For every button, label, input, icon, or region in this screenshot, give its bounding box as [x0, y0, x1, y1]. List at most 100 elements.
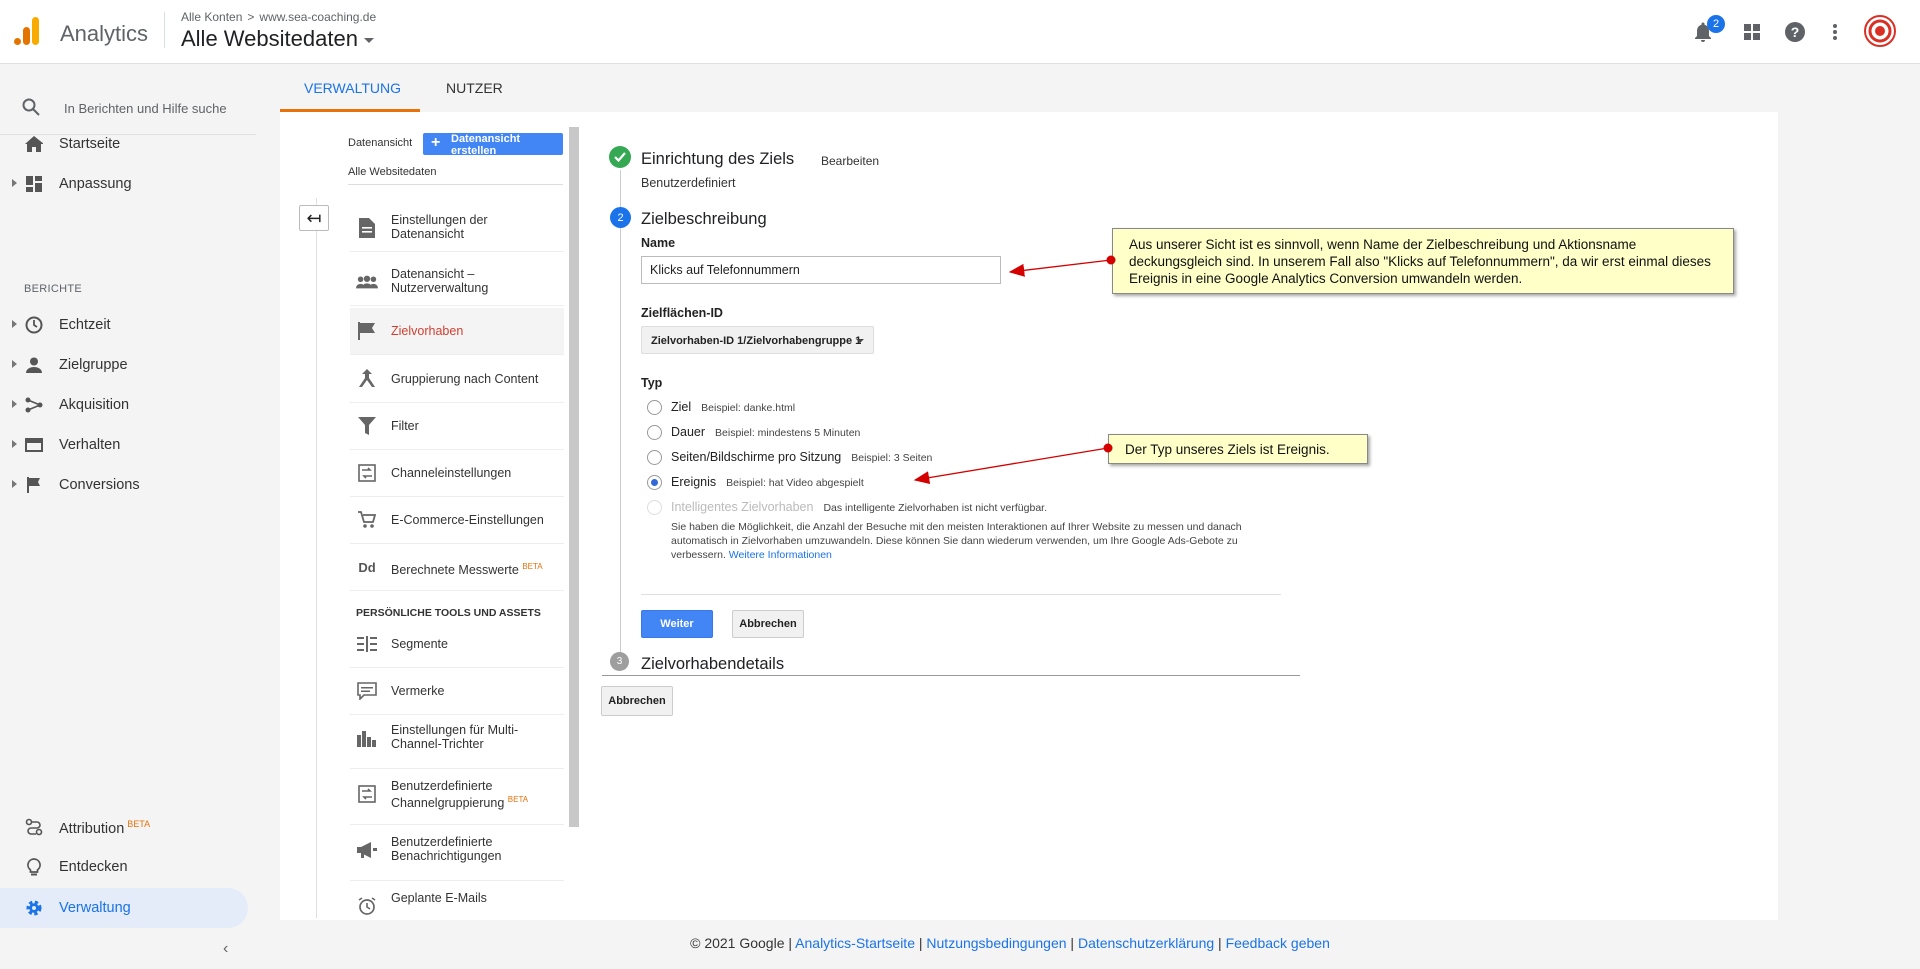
view-menu-label: Channeleinstellungen [391, 466, 512, 480]
search-icon [22, 98, 40, 121]
view-menu-einstellungen[interactable]: Einstellungen der Datenansicht [350, 205, 564, 252]
name-label: Name [641, 236, 676, 250]
property-name: Alle Websitedaten [181, 26, 358, 51]
flag-icon [24, 476, 44, 494]
sidebar-item-label: Verhalten [59, 437, 121, 453]
sidebar-item-verhalten[interactable]: Verhalten [0, 425, 256, 465]
view-selector[interactable]: Alle Websitedaten [348, 166, 436, 178]
view-menu-ecommerce[interactable]: E-Commerce-Einstellungen [350, 497, 564, 544]
step3-title: Zielvorhabendetails [641, 655, 785, 673]
view-menu-channel[interactable]: Channeleinstellungen [350, 450, 564, 497]
view-menu-channelgruppierung[interactable]: Benutzerdefinierte Channelgruppierung BE… [350, 771, 564, 825]
view-menu-emails[interactable]: Geplante E-Mails [350, 883, 564, 923]
slot-id-select[interactable]: Zielvorhaben-ID 1/Zielvorhabengruppe 1 [641, 326, 874, 354]
type-example: Beispiel: danke.html [701, 402, 796, 414]
channel-settings-icon [356, 462, 378, 484]
step3-number-badge: 3 [610, 652, 629, 671]
home-icon [24, 135, 44, 153]
radio-dauer[interactable] [647, 425, 662, 440]
footer: © 2021 Google | Analytics-Startseite | N… [690, 935, 1330, 951]
sidebar-item-label: Echtzeit [59, 317, 111, 333]
sidebar-item-entdecken[interactable]: Entdecken [0, 847, 256, 887]
view-menu-berechnete[interactable]: Dd Berechnete Messwerte BETA [350, 544, 564, 591]
breadcrumb[interactable]: Alle Konten > www.sea-coaching.de [181, 10, 376, 24]
create-view-button[interactable]: + Datenansicht erstellen [423, 133, 563, 157]
view-menu-label: Zielvorhaben [391, 324, 464, 338]
plus-icon: + [431, 134, 441, 151]
help-icon[interactable]: ? [1781, 18, 1809, 46]
terms-link[interactable]: Nutzungsbedingungen [926, 935, 1066, 951]
document-icon [356, 217, 378, 239]
view-menu-vermerke[interactable]: Vermerke [350, 668, 564, 715]
cancel-step-button[interactable]: Abbrechen [732, 610, 804, 638]
menu-scrollbar[interactable] [569, 127, 579, 827]
tab-nutzer[interactable]: NUTZER [446, 80, 503, 96]
radio-seiten[interactable] [647, 450, 662, 465]
sidebar-item-conversions[interactable]: Conversions [0, 465, 256, 505]
acquisition-icon [24, 396, 44, 414]
avatar[interactable] [1864, 15, 1896, 47]
step-connector-line [620, 170, 621, 655]
view-menu-zielvorhaben[interactable]: Zielvorhaben [350, 308, 564, 355]
apps-grid-icon[interactable] [1738, 18, 1766, 46]
goal-name-input[interactable] [641, 256, 1001, 284]
view-menu-segmente[interactable]: Segmente [350, 621, 564, 668]
view-menu-nutzerverwaltung[interactable]: Datenansicht – Nutzerverwaltung [350, 259, 564, 306]
sidebar-item-label: Zielgruppe [59, 357, 128, 373]
gear-icon [24, 899, 44, 917]
name-annotation-callout: Aus unserer Sicht ist es sinnvoll, wenn … [1112, 228, 1734, 294]
feedback-link[interactable]: Feedback geben [1226, 935, 1330, 951]
more-info-link[interactable]: Weitere Informationen [729, 549, 832, 561]
sidebar-item-akquisition[interactable]: Akquisition [0, 385, 256, 425]
annotation-icon [356, 680, 378, 702]
view-menu-label: Benutzerdefinierte Benachrichtigungen [391, 835, 502, 863]
channel-grouping-icon [356, 783, 378, 805]
view-menu-benachrichtigungen[interactable]: Benutzerdefinierte Benachrichtigungen [350, 827, 564, 881]
step2-number-badge: 2 [610, 207, 631, 228]
beta-badge: BETA [127, 819, 151, 829]
sidebar-item-attribution[interactable]: Attribution BETA [0, 807, 256, 847]
view-menu-label: Berechnete Messwerte BETA [391, 562, 543, 578]
beta-badge: BETA [507, 795, 529, 804]
smart-unavailable-note: Das intelligente Zielvorhaben ist nicht … [823, 502, 1047, 514]
caret-down-icon [856, 339, 864, 343]
sidebar-item-startseite[interactable]: Startseite [0, 124, 256, 164]
top-header: Analytics Alle Konten > www.sea-coaching.d… [0, 0, 1920, 64]
view-menu-label: Einstellungen der Datenansicht [391, 213, 488, 241]
back-arrow-button[interactable]: ↤ [299, 205, 329, 231]
view-menu-label: E-Commerce-Einstellungen [391, 513, 544, 527]
breadcrumb-site[interactable]: www.sea-coaching.de [259, 10, 376, 24]
step1-title: Einrichtung des Ziels [641, 150, 795, 168]
radio-ziel[interactable] [647, 400, 662, 415]
property-selector[interactable]: Alle Websitedaten [181, 26, 374, 52]
radio-ereignis[interactable] [647, 475, 662, 490]
sidebar-item-label: Verwaltung [59, 900, 131, 916]
analytics-home-link[interactable]: Analytics-Startseite [795, 935, 915, 951]
sidebar-item-zielgruppe[interactable]: Zielgruppe [0, 345, 256, 385]
app-title: Analytics [60, 21, 149, 46]
step3-divider [602, 675, 1300, 676]
tab-verwaltung[interactable]: VERWALTUNG [304, 80, 401, 96]
sidebar-item-anpassung[interactable]: Anpassung [0, 164, 256, 204]
sidebar-item-label: Conversions [59, 477, 140, 493]
search-input[interactable] [64, 97, 244, 119]
view-menu-multichannel[interactable]: Einstellungen für Multi-Channel-Trichter [350, 715, 564, 769]
continue-button[interactable]: Weiter [641, 610, 713, 638]
alarm-clock-icon [356, 895, 378, 917]
breadcrumb-all-accounts[interactable]: Alle Konten [181, 10, 242, 24]
cancel-goal-button[interactable]: Abbrechen [601, 686, 673, 716]
smart-goal-info: Sie haben die Möglichkeit, die Anzahl de… [671, 521, 1242, 561]
sidebar-item-verwaltung[interactable]: Verwaltung [0, 888, 248, 928]
attribution-icon [24, 818, 44, 836]
sidebar-item-label: Entdecken [59, 859, 128, 875]
more-vert-icon[interactable] [1821, 18, 1849, 46]
cart-icon [356, 509, 378, 531]
view-menu-filter[interactable]: Filter [350, 403, 564, 450]
edit-step1-link[interactable]: Bearbeiten [821, 154, 879, 168]
view-menu-gruppierung[interactable]: Gruppierung nach Content [350, 356, 564, 403]
arrow-left-icon: ↤ [306, 207, 322, 228]
behavior-icon [24, 436, 44, 454]
analytics-logo-icon[interactable] [14, 17, 40, 50]
privacy-link[interactable]: Datenschutzerklärung [1078, 935, 1214, 951]
sidebar-item-echtzeit[interactable]: Echtzeit [0, 305, 256, 345]
